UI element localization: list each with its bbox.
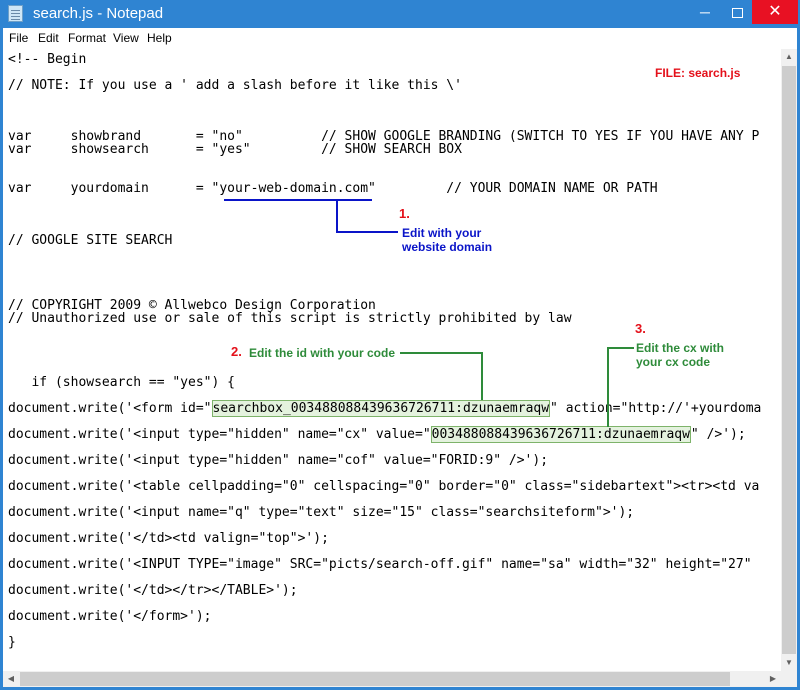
- maximize-icon: [731, 8, 743, 19]
- code-line: // GOOGLE SITE SEARCH: [8, 233, 173, 248]
- code-line: // Unauthorized use or sale of this scri…: [8, 311, 572, 326]
- scroll-up-icon[interactable]: ▲: [781, 49, 797, 65]
- menu-bar: File Edit Format View Help: [3, 28, 797, 49]
- code-line: // NOTE: If you use a ' add a slash befo…: [8, 78, 462, 93]
- code-line: document.write('<input name="q" type="te…: [8, 505, 635, 520]
- close-button[interactable]: ✕: [752, 0, 798, 24]
- connector-line: [607, 347, 634, 349]
- code-line: if (showsearch == "yes") {: [8, 375, 235, 390]
- code-segment: document.write('<form id=": [8, 401, 212, 416]
- code-segment: document.write('<input type="hidden" nam…: [8, 427, 431, 442]
- connector-line: [400, 352, 482, 354]
- code-line: document.write('<input type="hidden" nam…: [8, 426, 746, 443]
- vertical-scroll-thumb[interactable]: [782, 66, 796, 654]
- code-line: document.write('</form>');: [8, 609, 212, 624]
- code-line: document.write('<form id="searchbox_0034…: [8, 400, 762, 417]
- minimize-icon: ─: [700, 4, 710, 20]
- text-editor[interactable]: <!-- Begin // NOTE: If you use a ' add a…: [3, 49, 781, 671]
- code-segment: " />');: [690, 427, 746, 442]
- file-label: FILE: search.js: [655, 66, 741, 80]
- annotation-3-line2: your cx code: [636, 355, 711, 369]
- code-line: var yourdomain = "your-web-domain.com" /…: [8, 181, 658, 196]
- searchbox-id-highlight: searchbox_003488088439636726711:dzunaemr…: [211, 400, 551, 417]
- code-line: }: [8, 635, 16, 650]
- menu-help[interactable]: Help: [147, 31, 172, 46]
- annotation-3-number: 3.: [635, 321, 646, 336]
- horizontal-scroll-thumb[interactable]: [20, 672, 730, 686]
- vertical-scrollbar[interactable]: ▲ ▼: [781, 49, 797, 671]
- connector-line: [607, 347, 609, 427]
- close-icon: ✕: [768, 3, 782, 20]
- annotation-3-line1: Edit the cx with: [636, 341, 725, 355]
- connector-line: [336, 231, 398, 233]
- code-line: document.write('<input type="hidden" nam…: [8, 453, 549, 468]
- notepad-icon: [8, 5, 23, 22]
- code-line: document.write('</td><td valign="top">')…: [8, 531, 329, 546]
- title-bar[interactable]: search.js - Notepad ─ ✕: [0, 0, 800, 28]
- code-line: document.write('<table cellpadding="0" c…: [8, 479, 760, 494]
- minimize-button[interactable]: ─: [688, 0, 722, 24]
- code-segment: " action="http://'+yourdoma: [550, 401, 762, 416]
- code-line: document.write('<INPUT TYPE="image" SRC=…: [8, 557, 752, 572]
- connector-line: [336, 200, 338, 232]
- scroll-down-icon[interactable]: ▼: [781, 655, 797, 671]
- scrollbar-corner: [781, 671, 797, 687]
- menu-edit[interactable]: Edit: [38, 31, 59, 46]
- annotation-1-line2: website domain: [402, 240, 493, 254]
- menu-format[interactable]: Format: [68, 31, 106, 46]
- window-title: search.js - Notepad: [33, 5, 164, 22]
- code-line: document.write('</td></tr></TABLE>');: [8, 583, 298, 598]
- maximize-button[interactable]: [720, 0, 754, 24]
- scroll-left-icon[interactable]: ◀: [3, 671, 19, 687]
- annotation-1-line1: Edit with your: [402, 226, 482, 240]
- menu-view[interactable]: View: [113, 31, 139, 46]
- notepad-window: search.js - Notepad ─ ✕ File Edit Format…: [0, 0, 800, 690]
- scroll-right-icon[interactable]: ▶: [765, 671, 781, 687]
- horizontal-scrollbar[interactable]: ◀ ▶: [3, 671, 781, 687]
- cx-code-highlight: 003488088439636726711:dzunaemraqw: [430, 426, 691, 443]
- annotation-2-text: Edit the id with your code: [249, 346, 396, 360]
- annotation-1-number: 1.: [399, 206, 410, 221]
- domain-underline: [224, 199, 372, 201]
- annotation-2-number: 2.: [231, 344, 242, 359]
- connector-line: [481, 352, 483, 400]
- menu-file[interactable]: File: [9, 31, 28, 46]
- code-line: <!-- Begin: [8, 52, 87, 67]
- code-line: var showsearch = "yes" // SHOW SEARCH BO…: [8, 142, 462, 157]
